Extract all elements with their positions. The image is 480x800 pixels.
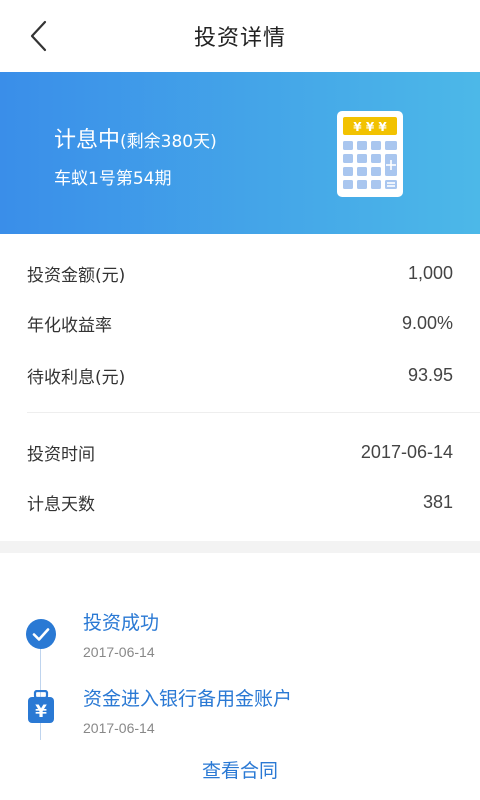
detail-label: 投资金额(元) xyxy=(27,265,126,286)
detail-label: 计息天数 xyxy=(27,494,95,515)
detail-label: 年化收益率 xyxy=(27,315,112,336)
detail-row-interest: 待收利息(元) 93.95 xyxy=(27,357,453,393)
calculator-icon: ¥ ¥ ¥ xyxy=(337,111,403,197)
detail-label: 投资时间 xyxy=(27,444,95,465)
page-title: 投资详情 xyxy=(193,26,286,51)
timeline-step-date: 2017-06-14 xyxy=(83,644,155,660)
detail-value: 381 xyxy=(422,491,453,512)
detail-value: 93.95 xyxy=(407,364,453,385)
remaining-days-text: (剩余380天) xyxy=(120,132,217,152)
status-line: 计息中(剩余380天) xyxy=(54,122,217,154)
product-name: 车蚁1号第54期 xyxy=(54,169,172,189)
detail-value: 2017-06-14 xyxy=(360,441,453,462)
section-separator xyxy=(0,541,480,553)
timeline-step-title: 资金进入银行备用金账户 xyxy=(83,688,293,710)
detail-value: 1,000 xyxy=(407,262,453,283)
app-header: 投资详情 xyxy=(0,0,480,73)
detail-row-invest-time: 投资时间 2017-06-14 xyxy=(27,434,453,470)
view-contract-link[interactable]: 查看合同 xyxy=(0,756,480,783)
detail-row-rate: 年化收益率 9.00% xyxy=(27,305,453,341)
svg-text:¥: ¥ xyxy=(35,702,47,722)
detail-row-days: 计息天数 381 xyxy=(27,484,453,520)
timeline-step-date: 2017-06-14 xyxy=(83,720,155,736)
detail-row-amount: 投资金额(元) 1,000 xyxy=(27,255,453,291)
calculator-display-text: ¥ ¥ ¥ xyxy=(353,120,387,134)
status-text: 计息中 xyxy=(54,128,121,153)
check-circle-icon xyxy=(26,619,56,649)
timeline-step-title: 投资成功 xyxy=(83,612,160,634)
detail-value: 9.00% xyxy=(401,312,453,333)
yuan-bag-icon: ¥ xyxy=(28,690,54,723)
status-banner: 计息中(剩余380天) 车蚁1号第54期 ¥ ¥ ¥ xyxy=(0,72,480,234)
divider xyxy=(27,412,480,413)
detail-label: 待收利息(元) xyxy=(27,367,126,388)
